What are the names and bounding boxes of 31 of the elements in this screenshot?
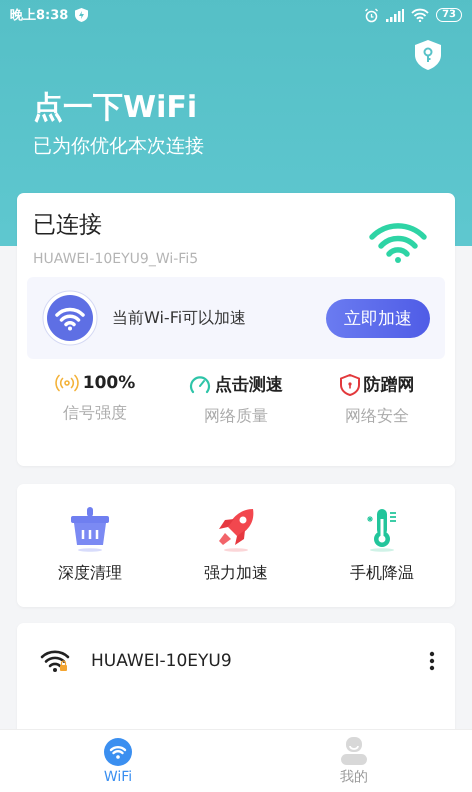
alarm-icon — [364, 8, 380, 22]
stat-value[interactable]: 点击测速 — [215, 373, 283, 396]
status-time: 晚上8:38 — [10, 7, 68, 24]
app-title: 点一下WiFi — [33, 90, 198, 126]
more-icon[interactable] — [429, 651, 435, 671]
basket-icon — [69, 507, 111, 553]
header-subtitle: 已为你优化本次连接 — [33, 134, 205, 158]
stat-label: 网络质量 — [204, 406, 268, 427]
signal-broadcast-icon — [54, 374, 79, 392]
stat-value[interactable]: 防蹭网 — [364, 373, 414, 396]
network-name[interactable]: HUAWEI-10EYU9 — [91, 651, 232, 671]
wifi-icon — [411, 8, 430, 22]
boost-button[interactable]: 立即加速 — [326, 298, 430, 338]
wifi-icon — [104, 738, 132, 766]
tool-button[interactable]: 深度清理 — [35, 507, 145, 584]
speedometer-icon — [189, 375, 211, 394]
tool-button[interactable]: 手机降温 — [327, 507, 437, 584]
signal-icon — [386, 8, 404, 22]
shield-bolt-icon — [75, 8, 88, 22]
wifi-icon — [369, 223, 427, 263]
connection-status: 已连接 — [33, 211, 103, 240]
person-icon — [340, 736, 368, 764]
stat-label: 信号强度 — [63, 403, 127, 424]
tool-button[interactable]: 强力加速 — [181, 507, 291, 584]
wifi-icon — [42, 290, 98, 346]
shield-icon — [340, 374, 360, 396]
stat-label: 网络安全 — [345, 406, 409, 427]
stat-value[interactable]: 100% — [82, 373, 136, 393]
boost-message: 当前Wi-Fi可以加速 — [112, 308, 248, 328]
network-ssid: HUAWEI-10EYU9_Wi-Fi5 — [33, 251, 198, 267]
battery-indicator: 73 — [436, 8, 462, 22]
